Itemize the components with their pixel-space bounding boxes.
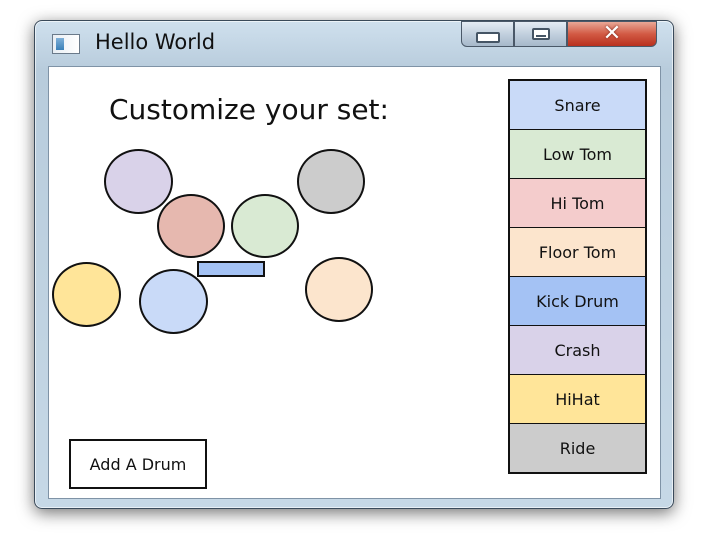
- drum-list-item-low-tom[interactable]: Low Tom: [510, 129, 645, 178]
- client-area: Customize your set: Add A Drum Snare Low…: [48, 66, 661, 499]
- drum-piece-hihat[interactable]: [52, 262, 121, 327]
- minimize-icon: [475, 31, 500, 43]
- drum-piece-snare[interactable]: [139, 269, 208, 334]
- close-icon: ✕: [602, 21, 622, 46]
- drum-list-item-kick-drum[interactable]: Kick Drum: [510, 276, 645, 325]
- maximize-button[interactable]: [514, 21, 567, 47]
- maximize-icon: [531, 28, 550, 40]
- window-title: Hello World: [95, 30, 216, 54]
- drum-list-item-crash[interactable]: Crash: [510, 325, 645, 374]
- page-title: Customize your set:: [109, 93, 389, 126]
- drum-list-item-hihat[interactable]: HiHat: [510, 374, 645, 423]
- drum-list: Snare Low Tom Hi Tom Floor Tom Kick Drum…: [508, 79, 647, 474]
- app-icon[interactable]: [52, 34, 80, 54]
- drum-list-item-snare[interactable]: Snare: [510, 81, 645, 129]
- drum-list-item-hi-tom[interactable]: Hi Tom: [510, 178, 645, 227]
- caption-buttons: ✕: [461, 21, 657, 51]
- drum-list-item-floor-tom[interactable]: Floor Tom: [510, 227, 645, 276]
- drum-piece-low-tom[interactable]: [231, 194, 299, 258]
- app-window: Hello World ✕ Customize your set: Add A …: [34, 20, 674, 509]
- close-button[interactable]: ✕: [567, 21, 657, 47]
- drum-piece-kick-drum[interactable]: [197, 261, 265, 277]
- add-drum-button[interactable]: Add A Drum: [69, 439, 207, 489]
- drum-piece-ride[interactable]: [297, 149, 365, 214]
- drum-piece-floor-tom[interactable]: [305, 257, 373, 322]
- drum-piece-hi-tom[interactable]: [157, 194, 225, 258]
- drum-piece-crash[interactable]: [104, 149, 173, 214]
- drum-list-item-ride[interactable]: Ride: [510, 423, 645, 472]
- minimize-button[interactable]: [461, 21, 514, 47]
